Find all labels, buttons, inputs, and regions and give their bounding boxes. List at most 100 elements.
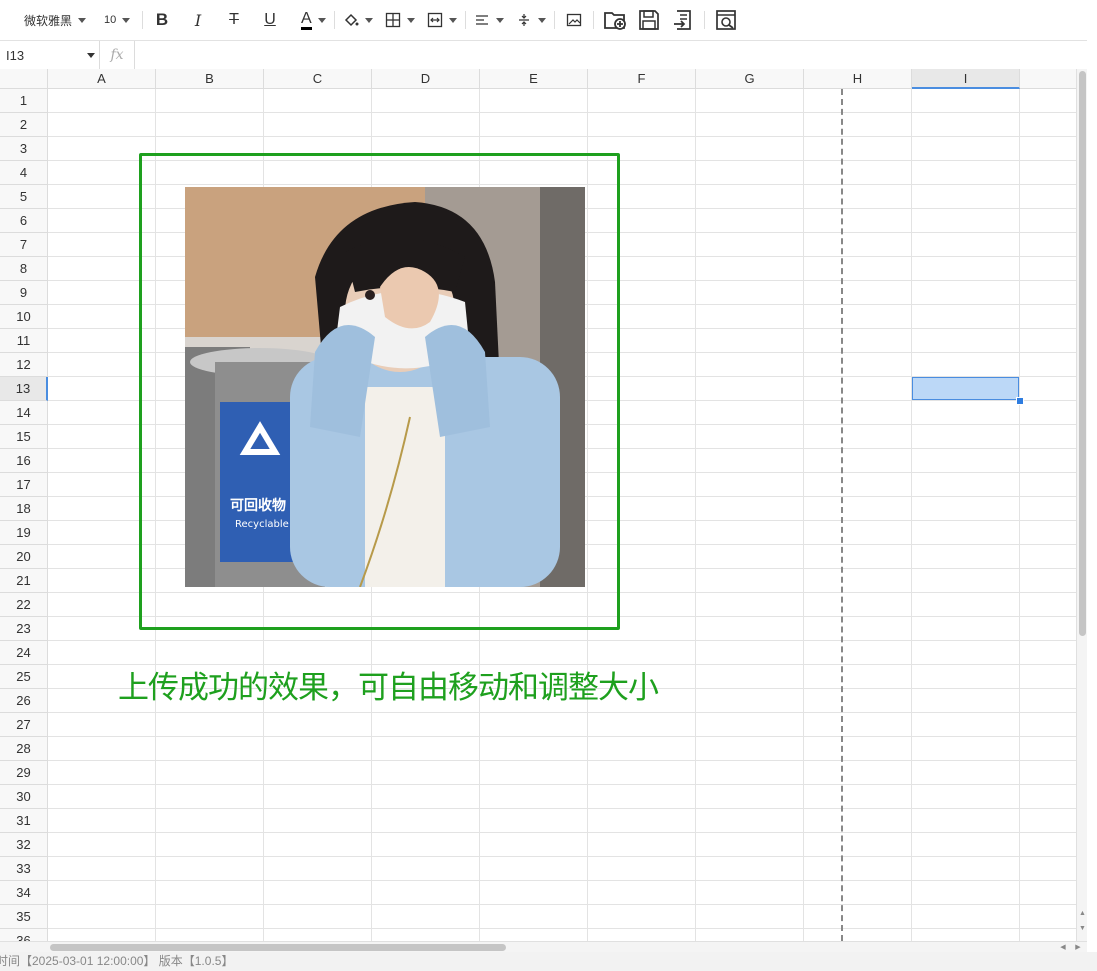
row-header-30[interactable]: 30 xyxy=(0,785,48,809)
row-header-2[interactable]: 2 xyxy=(0,113,48,137)
column-header-h[interactable]: H xyxy=(804,69,912,89)
photo-illustration: 可回收物 Recyclable xyxy=(185,187,585,587)
underline-icon: U xyxy=(264,11,276,28)
import-icon xyxy=(673,10,691,30)
row-header-16[interactable]: 16 xyxy=(0,449,48,473)
new-sheet-button[interactable] xyxy=(598,9,632,31)
paint-bucket-icon xyxy=(344,13,359,27)
insert-image-button[interactable] xyxy=(559,9,589,31)
row-header-22[interactable]: 22 xyxy=(0,593,48,617)
toolbar-divider xyxy=(464,11,466,29)
row-header-1[interactable]: 1 xyxy=(0,89,48,113)
font-family-select[interactable]: 微软雅黑 xyxy=(0,6,98,34)
font-size-select[interactable]: 10 xyxy=(98,6,138,34)
row-header-3[interactable]: 3 xyxy=(0,137,48,161)
column-header-d[interactable]: D xyxy=(372,69,480,89)
strikethrough-icon: T xyxy=(229,11,239,28)
formula-bar: I13 fx xyxy=(0,41,1087,70)
name-box[interactable]: I13 xyxy=(0,41,100,69)
toolbar-divider xyxy=(703,11,705,29)
column-header-g[interactable]: G xyxy=(696,69,804,89)
align-middle-icon xyxy=(518,14,529,26)
row-header-27[interactable]: 27 xyxy=(0,713,48,737)
row-header-32[interactable]: 32 xyxy=(0,833,48,857)
page-break-line xyxy=(841,89,843,941)
print-preview-button[interactable] xyxy=(709,9,743,31)
toolbar-divider xyxy=(142,11,143,29)
row-header-26[interactable]: 26 xyxy=(0,689,48,713)
strikethrough-button[interactable]: T xyxy=(219,9,249,31)
uploaded-image[interactable]: 可回收物 Recyclable xyxy=(185,187,585,587)
row-header-12[interactable]: 12 xyxy=(0,353,48,377)
column-header-e[interactable]: E xyxy=(480,69,588,89)
bin-label-en: Recyclable xyxy=(235,519,289,530)
fill-handle[interactable] xyxy=(1016,397,1024,405)
row-header-15[interactable]: 15 xyxy=(0,425,48,449)
scroll-right-arrow-icon[interactable]: ▶ xyxy=(1073,943,1083,952)
row-header-33[interactable]: 33 xyxy=(0,857,48,881)
bold-button[interactable]: B xyxy=(147,9,177,31)
column-header-a[interactable]: A xyxy=(48,69,156,89)
toolbar-divider xyxy=(592,11,594,29)
new-folder-icon xyxy=(603,12,626,30)
scroll-up-arrow-icon[interactable]: ▲ xyxy=(1078,909,1087,919)
horizontal-align-button[interactable] xyxy=(470,6,508,34)
fx-icon: fx xyxy=(100,41,135,69)
chevron-down-icon xyxy=(537,17,546,23)
formula-input[interactable] xyxy=(135,41,1087,69)
vertical-align-button[interactable] xyxy=(512,6,550,34)
row-header-24[interactable]: 24 xyxy=(0,641,48,665)
row-header-36[interactable]: 36 xyxy=(0,929,48,941)
chevron-down-icon xyxy=(78,17,87,23)
row-header-19[interactable]: 19 xyxy=(0,521,48,545)
chevron-down-icon xyxy=(317,17,326,23)
column-header-next[interactable] xyxy=(1020,69,1076,89)
chevron-down-icon xyxy=(406,17,415,23)
row-header-6[interactable]: 6 xyxy=(0,209,48,233)
column-header-c[interactable]: C xyxy=(264,69,372,89)
save-button[interactable] xyxy=(632,9,666,31)
row-header-9[interactable]: 9 xyxy=(0,281,48,305)
row-header-5[interactable]: 5 xyxy=(0,185,48,209)
column-header-b[interactable]: B xyxy=(156,69,264,89)
row-header-7[interactable]: 7 xyxy=(0,233,48,257)
borders-button[interactable] xyxy=(381,6,419,34)
fill-color-button[interactable] xyxy=(339,6,377,34)
row-header-17[interactable]: 17 xyxy=(0,473,48,497)
merge-cells-button[interactable] xyxy=(423,6,461,34)
row-header-35[interactable]: 35 xyxy=(0,905,48,929)
row-header-10[interactable]: 10 xyxy=(0,305,48,329)
select-all-corner[interactable] xyxy=(0,69,48,89)
row-header-34[interactable]: 34 xyxy=(0,881,48,905)
row-header-4[interactable]: 4 xyxy=(0,161,48,185)
row-header-29[interactable]: 29 xyxy=(0,761,48,785)
row-header-8[interactable]: 8 xyxy=(0,257,48,281)
scroll-down-arrow-icon[interactable]: ▼ xyxy=(1078,924,1087,934)
import-button[interactable] xyxy=(666,9,700,31)
row-header-14[interactable]: 14 xyxy=(0,401,48,425)
image-icon xyxy=(566,13,581,27)
vertical-scroll-thumb[interactable] xyxy=(1079,71,1086,636)
bin-label-cn: 可回收物 xyxy=(230,497,286,514)
selected-cell[interactable] xyxy=(912,377,1019,400)
row-header-11[interactable]: 11 xyxy=(0,329,48,353)
row-header-20[interactable]: 20 xyxy=(0,545,48,569)
row-header-25[interactable]: 25 xyxy=(0,665,48,689)
row-header-28[interactable]: 28 xyxy=(0,737,48,761)
column-header-f[interactable]: F xyxy=(588,69,696,89)
row-header-18[interactable]: 18 xyxy=(0,497,48,521)
row-header-23[interactable]: 23 xyxy=(0,617,48,641)
status-text: 时间【2025-03-01 12:00:00】 版本【1.0.5】 xyxy=(0,954,234,968)
italic-button[interactable]: I xyxy=(183,9,213,31)
row-header-31[interactable]: 31 xyxy=(0,809,48,833)
save-icon xyxy=(638,10,659,30)
column-header-i[interactable]: I xyxy=(912,69,1020,89)
toolbar-divider xyxy=(553,11,555,29)
row-header-13[interactable]: 13 xyxy=(0,377,48,401)
underline-button[interactable]: U xyxy=(255,9,285,31)
row-header-21[interactable]: 21 xyxy=(0,569,48,593)
font-color-icon: A xyxy=(301,10,312,30)
scroll-left-arrow-icon[interactable]: ◀ xyxy=(1058,943,1068,952)
horizontal-scroll-thumb[interactable] xyxy=(50,944,506,951)
font-color-button[interactable]: A xyxy=(297,6,330,34)
